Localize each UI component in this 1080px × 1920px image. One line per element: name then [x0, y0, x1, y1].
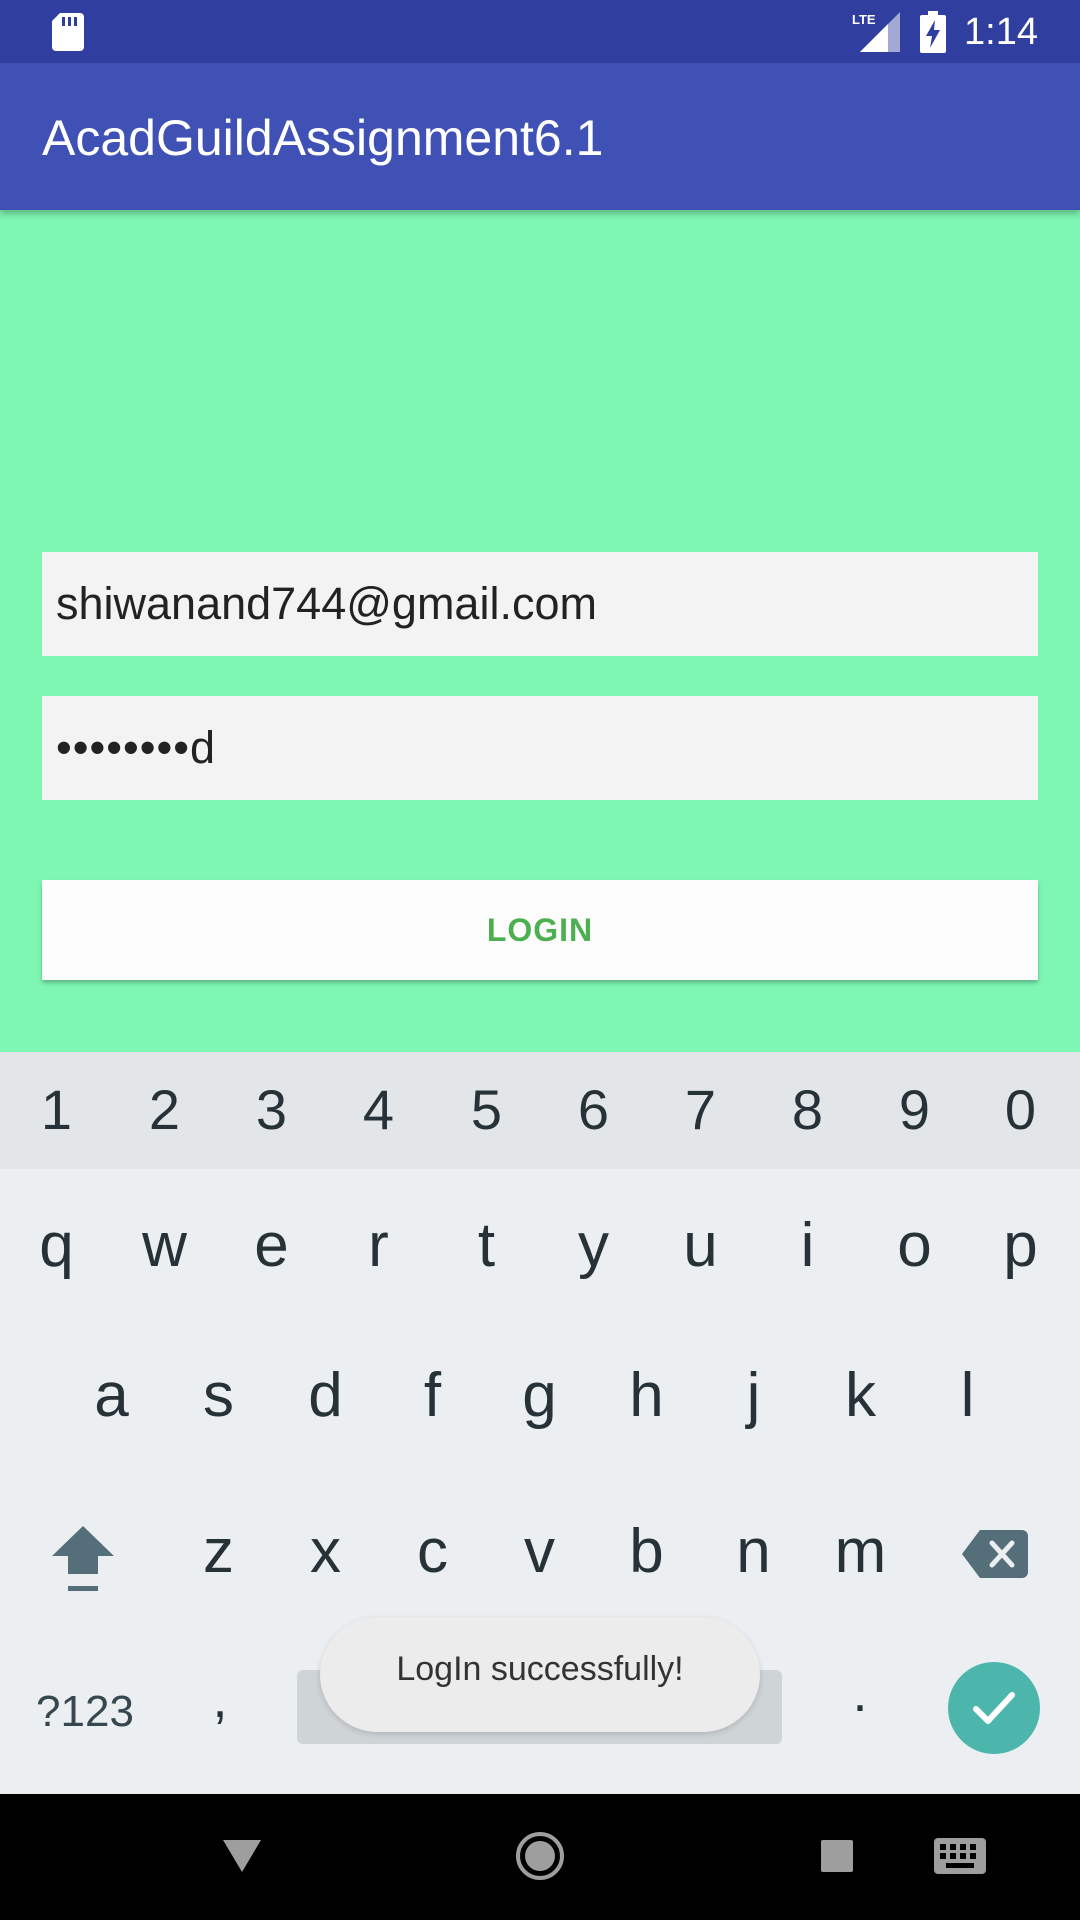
key-h[interactable]: h — [593, 1356, 700, 1436]
key-t[interactable]: t — [433, 1206, 540, 1286]
checkmark-icon — [973, 1692, 1015, 1724]
key-7[interactable]: 7 — [647, 1078, 754, 1142]
backspace-icon[interactable] — [962, 1530, 1028, 1578]
key-f[interactable]: f — [379, 1356, 486, 1436]
symbols-key[interactable]: ?123 — [30, 1682, 140, 1742]
password-field[interactable]: ••••••••d — [42, 696, 1038, 800]
key-z[interactable]: z — [165, 1512, 272, 1592]
email-field[interactable]: shiwanand744@gmail.com — [42, 552, 1038, 656]
app-bar: AcadGuildAssignment6.1 — [0, 63, 1080, 210]
key-8[interactable]: 8 — [754, 1078, 861, 1142]
battery-charging-icon — [920, 11, 946, 53]
login-form: shiwanand744@gmail.com ••••••••d LOGIN — [0, 210, 1080, 1052]
status-bar: LTE 1:14 — [0, 0, 1080, 63]
key-p[interactable]: p — [967, 1206, 1074, 1286]
toast-message: LogIn successfully! — [320, 1617, 760, 1732]
key-0[interactable]: 0 — [967, 1078, 1074, 1142]
recents-icon[interactable] — [821, 1840, 853, 1872]
key-b[interactable]: b — [593, 1512, 700, 1592]
key-m[interactable]: m — [807, 1512, 914, 1592]
key-k[interactable]: k — [807, 1356, 914, 1436]
key-s[interactable]: s — [165, 1356, 272, 1436]
key-q[interactable]: q — [3, 1206, 110, 1286]
key-j[interactable]: j — [700, 1356, 807, 1436]
key-9[interactable]: 9 — [861, 1078, 968, 1142]
period-key[interactable]: . — [830, 1662, 890, 1724]
key-g[interactable]: g — [486, 1356, 593, 1436]
key-i[interactable]: i — [754, 1206, 861, 1286]
back-icon[interactable] — [223, 1840, 261, 1872]
signal-icon: LTE — [852, 12, 900, 52]
key-a[interactable]: a — [58, 1356, 165, 1436]
network-label: LTE — [852, 12, 876, 27]
key-r[interactable]: r — [325, 1206, 432, 1286]
key-w[interactable]: w — [111, 1206, 218, 1286]
key-3[interactable]: 3 — [218, 1078, 325, 1142]
key-5[interactable]: 5 — [433, 1078, 540, 1142]
clock: 1:14 — [964, 11, 1038, 53]
key-y[interactable]: y — [540, 1206, 647, 1286]
key-n[interactable]: n — [700, 1512, 807, 1592]
sd-card-icon — [52, 13, 84, 51]
key-1[interactable]: 1 — [3, 1078, 110, 1142]
key-6[interactable]: 6 — [540, 1078, 647, 1142]
keyboard-switch-icon[interactable] — [934, 1838, 986, 1874]
comma-key[interactable]: , — [190, 1668, 250, 1730]
shift-icon[interactable] — [48, 1522, 118, 1602]
key-2[interactable]: 2 — [111, 1078, 218, 1142]
key-o[interactable]: o — [861, 1206, 968, 1286]
key-4[interactable]: 4 — [325, 1078, 432, 1142]
key-u[interactable]: u — [647, 1206, 754, 1286]
app-title: AcadGuildAssignment6.1 — [42, 110, 604, 166]
key-d[interactable]: d — [272, 1356, 379, 1436]
navigation-bar — [0, 1794, 1080, 1920]
login-button[interactable]: LOGIN — [42, 880, 1038, 980]
done-key[interactable] — [948, 1662, 1040, 1754]
home-icon[interactable] — [515, 1831, 565, 1881]
key-x[interactable]: x — [272, 1512, 379, 1592]
key-v[interactable]: v — [486, 1512, 593, 1592]
key-l[interactable]: l — [914, 1356, 1021, 1436]
key-c[interactable]: c — [379, 1512, 486, 1592]
key-e[interactable]: e — [218, 1206, 325, 1286]
number-row: 1 2 3 4 5 6 7 8 9 0 — [0, 1052, 1080, 1169]
